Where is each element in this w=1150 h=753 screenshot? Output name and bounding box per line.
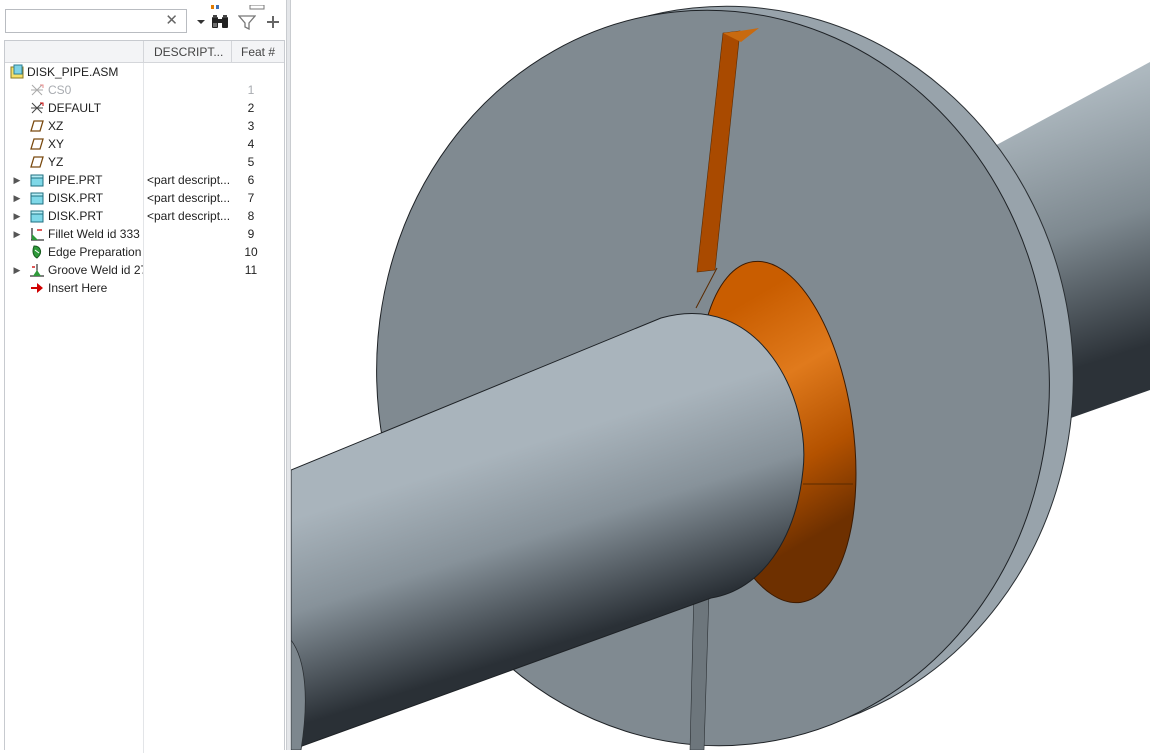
- tree-item-name: XZ: [48, 119, 64, 133]
- edge-preparation-icon: [29, 244, 45, 260]
- tree-item-name: XY: [48, 137, 65, 151]
- fillet-weld-icon: [29, 226, 45, 242]
- tree-root-label: DISK_PIPE.ASM: [27, 65, 119, 79]
- filter-button[interactable]: [238, 12, 256, 32]
- tree-item[interactable]: ▶ PIPE.PRT <part descript... 6: [5, 171, 284, 189]
- search-dropdown-button[interactable]: [192, 12, 210, 32]
- find-button[interactable]: [211, 12, 229, 32]
- column-separator: [143, 41, 144, 62]
- tree-item-feat-number: 3: [247, 119, 255, 133]
- tree-item[interactable]: ▶ Fillet Weld id 333 9: [5, 225, 284, 243]
- tree-header: DESCRIPT... Feat #: [5, 41, 284, 63]
- top-toolbar-strip: [0, 0, 286, 10]
- tree-item-name: DISK.PRT: [48, 209, 104, 223]
- coordinate-system-icon: [29, 100, 45, 116]
- tree-item[interactable]: Insert Here: [5, 279, 284, 297]
- datum-plane-icon: [29, 136, 45, 152]
- tree-item-feat-number: 6: [247, 173, 255, 187]
- tree-item-name: Fillet Weld id 333: [48, 227, 140, 241]
- column-header-description[interactable]: DESCRIPT...: [154, 41, 223, 62]
- datum-plane-icon: [29, 154, 45, 170]
- tree-item[interactable]: XY 4: [5, 135, 284, 153]
- tree-item-feat-number: 10: [244, 245, 258, 259]
- coordinate-system-icon: [29, 82, 45, 98]
- tree-item[interactable]: Edge Preparation 10: [5, 243, 284, 261]
- tree-item-name: PIPE.PRT: [48, 173, 103, 187]
- tree-item-name: Insert Here: [48, 281, 108, 295]
- binoculars-icon: [212, 15, 228, 28]
- plus-icon: [267, 16, 279, 28]
- groove-weld-icon: [29, 262, 45, 278]
- tree-item[interactable]: ▶ Groove Weld id 27 11: [5, 261, 284, 279]
- tree-item-name: Groove Weld id 27: [48, 263, 143, 277]
- model-3d-view[interactable]: [291, 0, 1150, 750]
- expand-arrow-icon[interactable]: ▶: [12, 225, 22, 243]
- search-box[interactable]: ✕: [5, 9, 187, 33]
- tree-item[interactable]: YZ 5: [5, 153, 284, 171]
- model-tree-panel: ✕ DESCRIPT... Feat # DISK_PIPE.ASM CS0 1: [0, 0, 286, 753]
- tree-item-feat-number: 5: [247, 155, 255, 169]
- tree-item[interactable]: ▶ DISK.PRT <part descript... 8: [5, 207, 284, 225]
- filter-icon: [238, 15, 256, 30]
- part-icon: [29, 208, 45, 224]
- search-input[interactable]: [10, 11, 160, 31]
- add-column-button[interactable]: [264, 12, 282, 32]
- graphics-viewport[interactable]: [291, 0, 1150, 750]
- tree-item-feat-number: 1: [247, 83, 255, 97]
- tree-item[interactable]: XZ 3: [5, 117, 284, 135]
- tree-item[interactable]: CS0 1: [5, 81, 284, 99]
- tree-item-name: CS0: [48, 83, 72, 97]
- datum-plane-icon: [29, 118, 45, 134]
- column-separator: [231, 41, 232, 62]
- tree-item-feat-number: 4: [247, 137, 255, 151]
- chevron-down-icon: [197, 20, 205, 24]
- tree-item-feat-number: 9: [247, 227, 255, 241]
- tree-item-feat-number: 7: [247, 191, 255, 205]
- tree-item-name: YZ: [48, 155, 64, 169]
- tree-item-description: <part descript...: [147, 191, 231, 205]
- tree-item[interactable]: ▶ DISK.PRT <part descript... 7: [5, 189, 284, 207]
- tree-item-feat-number: 2: [247, 101, 255, 115]
- clear-search-icon[interactable]: ✕: [165, 11, 178, 31]
- tree-item-description: <part descript...: [147, 173, 231, 187]
- part-icon: [29, 172, 45, 188]
- part-icon: [29, 190, 45, 206]
- tree-item-name: Edge Preparation: [48, 245, 142, 259]
- model-tree: DESCRIPT... Feat # DISK_PIPE.ASM CS0 1 DEF…: [4, 40, 285, 753]
- tree-item-name: DEFAULT: [48, 101, 102, 115]
- tree-item-description: <part descript...: [147, 209, 231, 223]
- column-header-feat-number[interactable]: Feat #: [241, 41, 275, 62]
- expand-arrow-icon[interactable]: ▶: [12, 171, 22, 189]
- expand-arrow-icon[interactable]: ▶: [12, 207, 22, 225]
- tree-item-name: DISK.PRT: [48, 191, 104, 205]
- tree-item-feat-number: 11: [244, 263, 258, 277]
- tree-item-feat-number: 8: [247, 209, 255, 223]
- expand-arrow-icon[interactable]: ▶: [12, 189, 22, 207]
- tree-item[interactable]: DEFAULT 2: [5, 99, 284, 117]
- tree-root-assembly[interactable]: DISK_PIPE.ASM: [5, 63, 284, 81]
- expand-arrow-icon[interactable]: ▶: [12, 261, 22, 279]
- assembly-icon: [9, 64, 25, 80]
- insert-arrow-icon: [29, 280, 45, 296]
